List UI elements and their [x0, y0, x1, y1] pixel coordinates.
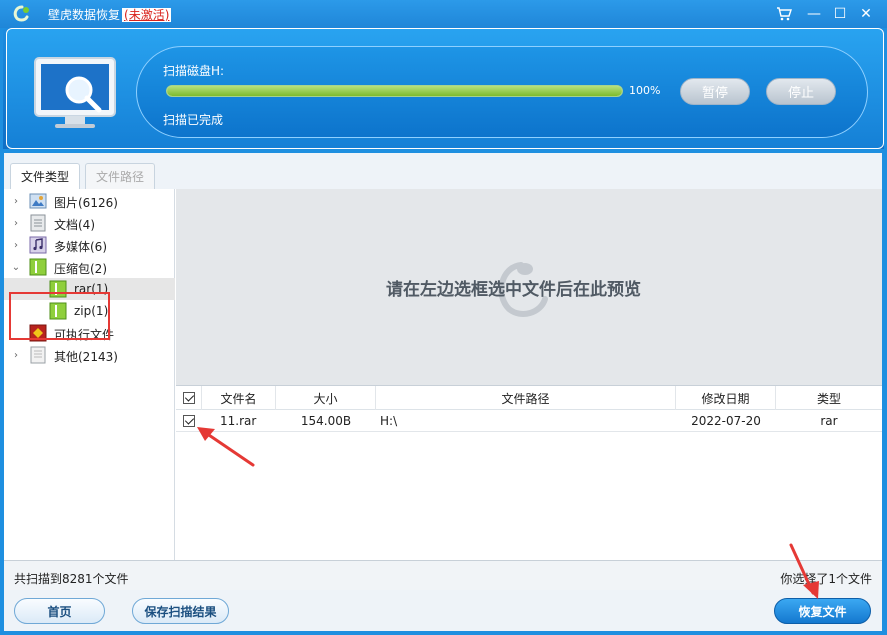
- title-bar: 壁虎数据恢复 (未激活) — ☐ ✕: [0, 0, 887, 28]
- tree-item-label: 压缩包(2): [54, 262, 107, 276]
- row-checkbox[interactable]: [176, 410, 202, 432]
- pause-button[interactable]: 暂停: [680, 78, 750, 105]
- status-bar: 共扫描到8281个文件 你选择了1个文件: [4, 560, 882, 590]
- other-file-icon: [30, 346, 46, 364]
- column-header-type[interactable]: 类型: [776, 386, 882, 410]
- file-type-tree: › 图片(6126) › 文档(4) › 多媒体(6) ⌄ 压缩包(2) rar…: [4, 189, 175, 560]
- recover-files-button[interactable]: 恢复文件: [774, 598, 871, 624]
- scan-status: 扫描已完成: [163, 113, 224, 127]
- close-button[interactable]: ✕: [856, 4, 876, 24]
- tree-item-images[interactable]: › 图片(6126): [4, 190, 175, 212]
- cell-date: 2022-07-20: [691, 414, 761, 428]
- activation-link[interactable]: (未激活): [122, 8, 172, 22]
- file-list-header: 文件名 大小 文件路径 修改日期 类型: [176, 386, 882, 410]
- maximize-button[interactable]: ☐: [830, 4, 850, 24]
- tree-item-other[interactable]: › 其他(2143): [4, 344, 175, 366]
- archive-icon: [29, 258, 47, 276]
- save-results-button[interactable]: 保存扫描结果: [132, 598, 229, 624]
- scan-disk-label: 扫描磁盘H:: [163, 64, 225, 78]
- app-name: 壁虎数据恢复: [48, 8, 121, 22]
- tab-bar: 文件类型 文件路径: [4, 153, 882, 189]
- select-all-checkbox[interactable]: [176, 386, 202, 410]
- table-row[interactable]: 11.rar 154.00B H:\ 2022-07-20 rar: [176, 410, 882, 432]
- stop-button[interactable]: 停止: [766, 78, 836, 105]
- tree-item-documents[interactable]: › 文档(4): [4, 212, 175, 234]
- home-button[interactable]: 首页: [14, 598, 105, 624]
- expand-icon[interactable]: ›: [11, 240, 21, 251]
- column-header-size[interactable]: 大小: [276, 386, 376, 410]
- bottom-toolbar: 首页 保存扫描结果 恢复文件: [4, 590, 882, 631]
- scan-header: 扫描磁盘H: 100% 扫描已完成 暂停 停止: [3, 28, 884, 149]
- tree-item-label: 图片(6126): [54, 196, 118, 210]
- cell-size: 154.00B: [300, 414, 352, 428]
- column-header-path[interactable]: 文件路径: [376, 386, 676, 410]
- preview-placeholder: 请在左边选框选中文件后在此预览: [386, 280, 641, 300]
- scan-progress-bar: [166, 85, 623, 97]
- expand-icon[interactable]: ›: [11, 196, 21, 207]
- media-icon: [29, 236, 47, 254]
- column-header-date[interactable]: 修改日期: [676, 386, 776, 410]
- tree-item-archives[interactable]: ⌄ 压缩包(2): [4, 256, 175, 278]
- image-icon: [29, 193, 47, 209]
- cell-name: 11.rar: [220, 414, 257, 428]
- app-title: 壁虎数据恢复 (未激活): [48, 6, 172, 23]
- tab-file-path[interactable]: 文件路径: [85, 163, 156, 189]
- document-icon: [30, 214, 46, 232]
- expand-icon[interactable]: ›: [11, 218, 21, 229]
- column-header-name[interactable]: 文件名: [202, 386, 276, 410]
- main-panel: 文件类型 文件路径 › 图片(6126) › 文档(4) › 多媒体(6) ⌄ …: [4, 153, 882, 631]
- tab-file-type[interactable]: 文件类型: [10, 163, 81, 189]
- annotation-highlight-box: [9, 292, 110, 340]
- cart-icon[interactable]: [774, 4, 794, 24]
- cell-type: rar: [820, 414, 838, 428]
- progress-percent: 100%: [629, 84, 661, 97]
- preview-pane: 请在左边选框选中文件后在此预览: [176, 189, 882, 385]
- scan-progress-fill: [167, 86, 622, 96]
- expand-icon[interactable]: ›: [11, 350, 21, 361]
- tree-item-label: 多媒体(6): [54, 240, 107, 254]
- collapse-icon[interactable]: ⌄: [11, 262, 21, 273]
- selection-summary: 你选择了1个文件: [780, 572, 872, 586]
- minimize-button[interactable]: —: [804, 4, 824, 24]
- cell-path: H:\: [380, 414, 398, 428]
- app-logo-icon: [13, 5, 29, 22]
- monitor-scan-icon: [34, 57, 116, 128]
- tree-item-label: 其他(2143): [54, 350, 118, 364]
- tree-item-multimedia[interactable]: › 多媒体(6): [4, 234, 175, 256]
- file-list: 文件名 大小 文件路径 修改日期 类型 11.rar 154.00B H:\ 2…: [176, 385, 882, 560]
- tree-item-label: 文档(4): [54, 218, 95, 232]
- scan-summary: 共扫描到8281个文件: [14, 572, 129, 586]
